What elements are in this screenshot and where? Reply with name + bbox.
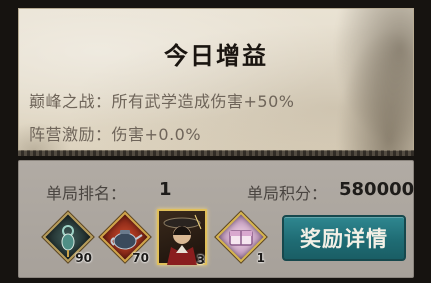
reward-item-teapot[interactable]: 70 bbox=[99, 211, 151, 265]
reward-count: 70 bbox=[132, 251, 149, 265]
reward-details-button[interactable]: 奖励详情 bbox=[282, 215, 406, 261]
reward-item-gift-chest[interactable]: 1 bbox=[215, 211, 267, 265]
daily-buff-panel: 今日增益 巅峰之战：所有武学造成伤害+50% 阵营激励：伤害+0.0% bbox=[18, 8, 414, 151]
game-window: 今日增益 巅峰之战：所有武学造成伤害+50% 阵营激励：伤害+0.0% 单局排名… bbox=[0, 0, 431, 283]
score-value: 580000 bbox=[339, 179, 415, 200]
reward-count: 3 bbox=[196, 253, 205, 267]
panel-fringe-divider bbox=[18, 150, 414, 156]
buff-faction-line: 阵营激励：伤害+0.0% bbox=[29, 125, 202, 144]
match-stats-panel: 单局排名： 1 单局积分： 580000 90 70 3 1 奖励详情 bbox=[18, 160, 414, 278]
buff-title: 今日增益 bbox=[164, 42, 268, 70]
reward-item-jade-pendant[interactable]: 90 bbox=[42, 211, 94, 265]
score-label: 单局积分： bbox=[247, 184, 328, 203]
reward-count: 1 bbox=[256, 251, 265, 265]
buff-peak-battle-line: 巅峰之战：所有武学造成伤害+50% bbox=[29, 92, 295, 111]
rank-value: 1 bbox=[159, 179, 172, 200]
rank-label: 单局排名： bbox=[46, 184, 127, 203]
ink-wash-decoration bbox=[323, 9, 413, 150]
reward-count: 90 bbox=[75, 251, 92, 265]
reward-item-swordsman[interactable]: 3 bbox=[157, 209, 207, 267]
